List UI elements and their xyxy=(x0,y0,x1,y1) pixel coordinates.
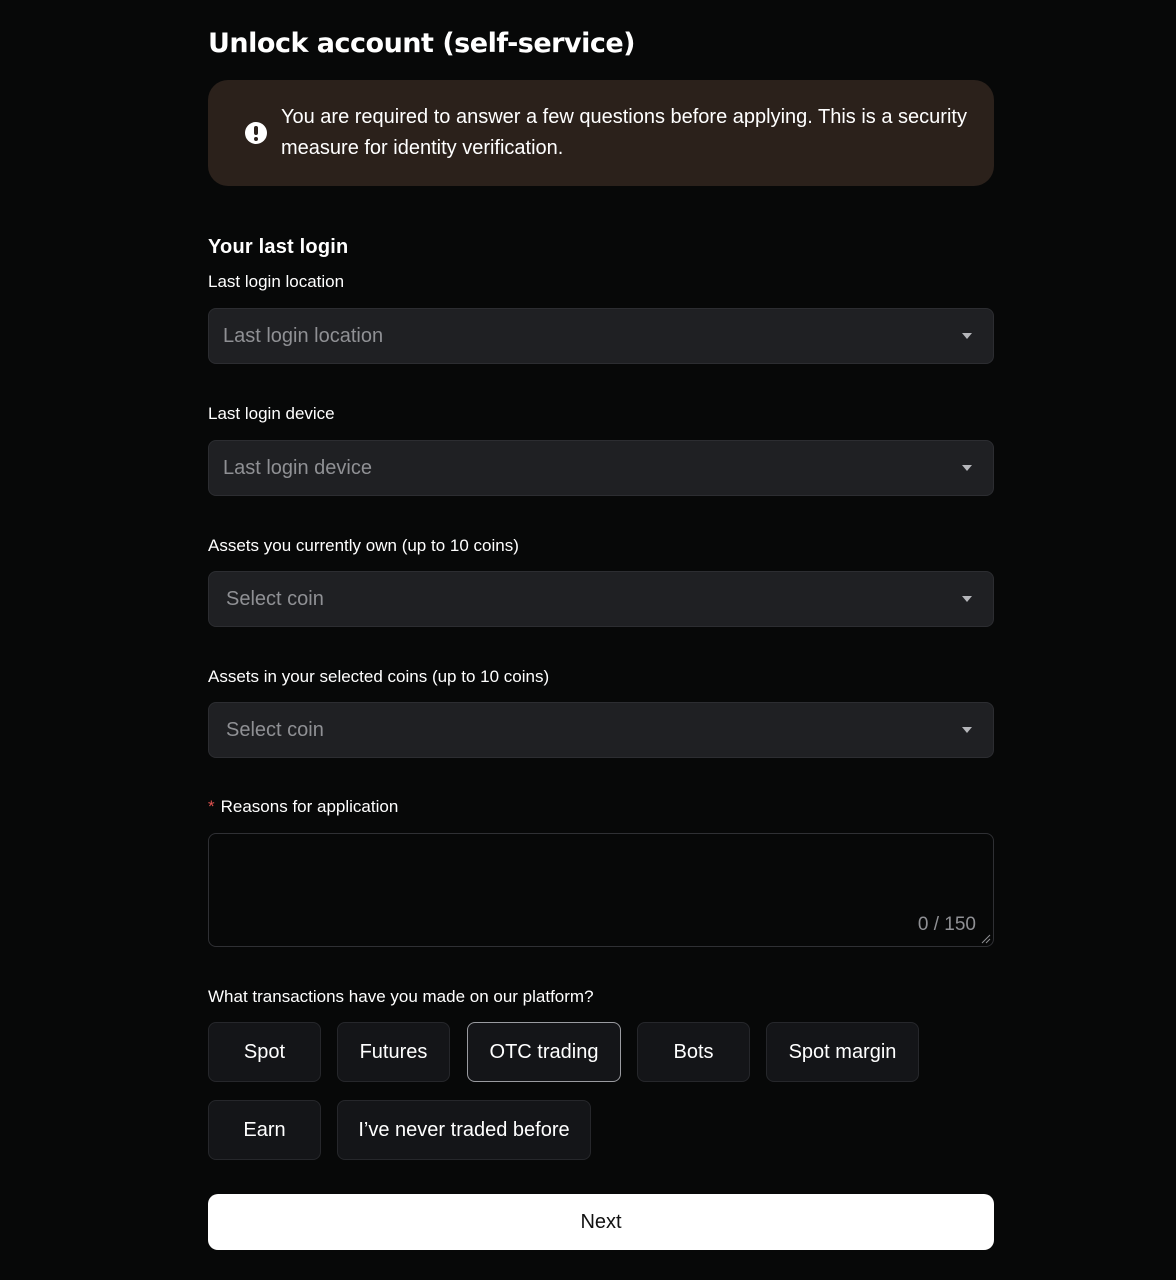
caret-down-icon xyxy=(962,465,972,471)
next-button[interactable]: Next xyxy=(208,1194,994,1250)
last-login-location-placeholder: Last login location xyxy=(223,325,384,347)
security-notice: You are required to answer a few questio… xyxy=(208,80,994,186)
transaction-option-otc-trading[interactable]: OTC trading xyxy=(467,1022,621,1082)
transaction-option-futures[interactable]: Futures xyxy=(337,1022,450,1082)
assets-selected-label: Assets in your selected coins (up to 10 … xyxy=(208,667,550,686)
caret-down-icon xyxy=(962,333,972,339)
option-label: Bots xyxy=(673,1040,714,1063)
unlock-account-page: Unlock account (self-service) You are re… xyxy=(0,0,1176,1280)
notice-text: You are required to answer a few questio… xyxy=(281,106,967,159)
assets-selected-placeholder: Select coin xyxy=(226,719,324,741)
exclamation-circle-icon xyxy=(245,122,267,144)
transaction-option-spot-margin[interactable]: Spot margin xyxy=(766,1022,919,1082)
transaction-option-spot[interactable]: Spot xyxy=(208,1022,321,1082)
character-counter: 0 / 150 xyxy=(917,914,976,935)
reasons-textarea[interactable]: 0 / 150 xyxy=(208,833,994,947)
reasons-label: * Reasons for application xyxy=(208,797,398,817)
option-label: I’ve never traded before xyxy=(358,1118,570,1141)
last-login-device-select[interactable]: Last login device xyxy=(208,440,994,496)
last-login-location-select[interactable]: Last login location xyxy=(208,308,994,364)
transaction-option-never-traded[interactable]: I’ve never traded before xyxy=(337,1100,591,1160)
option-label: Spot xyxy=(243,1040,286,1063)
last-login-device-placeholder: Last login device xyxy=(223,457,372,479)
last-login-location-label: Last login location xyxy=(208,272,345,291)
reasons-label-text: Reasons for application xyxy=(220,797,399,816)
page-title: Unlock account (self-service) xyxy=(208,28,636,59)
option-label: OTC trading xyxy=(489,1040,599,1063)
caret-down-icon xyxy=(962,596,972,602)
caret-down-icon xyxy=(962,727,972,733)
required-mark: * xyxy=(208,797,215,816)
assets-owned-select[interactable]: Select coin xyxy=(208,571,994,627)
resize-handle-icon[interactable] xyxy=(981,934,991,944)
assets-owned-label: Assets you currently own (up to 10 coins… xyxy=(208,536,519,555)
last-login-device-label: Last login device xyxy=(208,404,335,423)
transactions-question: What transactions have you made on our p… xyxy=(208,987,594,1006)
assets-selected-select[interactable]: Select coin xyxy=(208,702,994,758)
section-heading-last-login: Your last login xyxy=(208,236,349,258)
option-label: Spot margin xyxy=(788,1040,897,1063)
transaction-option-bots[interactable]: Bots xyxy=(637,1022,750,1082)
assets-owned-placeholder: Select coin xyxy=(226,588,324,610)
option-label: Earn xyxy=(243,1118,286,1141)
option-label: Futures xyxy=(359,1040,428,1063)
transaction-option-earn[interactable]: Earn xyxy=(208,1100,321,1160)
